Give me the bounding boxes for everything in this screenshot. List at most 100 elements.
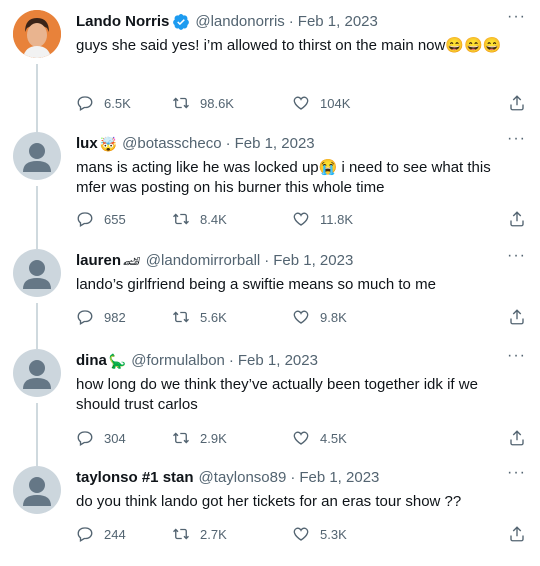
retweet-button[interactable]: 98.6K [172, 94, 292, 112]
tweet[interactable]: lux 🤯 @botasscheco · Feb 1, 2023 ··· man… [0, 122, 540, 249]
reply-count: 244 [104, 526, 126, 542]
separator: · [290, 469, 296, 486]
like-count: 5.3K [320, 526, 347, 542]
handle[interactable]: @landomirrorball [146, 251, 260, 271]
like-icon [293, 527, 309, 541]
avatar[interactable] [13, 10, 61, 58]
like-button[interactable]: 4.5K [292, 429, 430, 447]
reply-count: 304 [104, 430, 126, 446]
tweet-text: how long do we think they’ve actually be… [76, 376, 478, 413]
more-options-icon[interactable]: ··· [507, 347, 526, 365]
tweet-header: lauren 🏎 @landomirrorball · Feb 1, 2023 [76, 251, 526, 271]
tweet-body: lauren 🏎 @landomirrorball · Feb 1, 2023 … [76, 247, 526, 325]
share-button[interactable] [508, 210, 526, 228]
like-icon [293, 212, 309, 226]
tweet[interactable]: dina 🦕 @formulalbon · Feb 1, 2023 ··· ho… [0, 339, 540, 466]
more-options-icon[interactable]: ··· [507, 464, 526, 482]
like-button[interactable]: 9.8K [292, 308, 430, 326]
more-options-icon[interactable]: ··· [507, 130, 526, 148]
action-bar: 982 5.6K 9.8K [76, 308, 526, 326]
separator: · [288, 13, 294, 30]
reply-button[interactable]: 655 [76, 210, 172, 228]
retweet-icon [173, 432, 189, 444]
like-button[interactable]: 104K [292, 94, 430, 112]
reply-button[interactable]: 304 [76, 429, 172, 447]
like-count: 4.5K [320, 430, 347, 446]
tweet[interactable]: lauren 🏎 @landomirrorball · Feb 1, 2023 … [0, 239, 540, 349]
share-button[interactable] [508, 429, 526, 447]
verified-badge-icon [173, 14, 190, 30]
tweet-body: dina 🦕 @formulalbon · Feb 1, 2023 ··· ho… [76, 347, 526, 446]
like-button[interactable]: 5.3K [292, 525, 430, 543]
retweet-count: 8.4K [200, 211, 227, 227]
action-bar: 244 2.7K 5.3K [76, 525, 526, 543]
tweet-text: do you think lando got her tickets for a… [76, 493, 462, 510]
share-icon [510, 526, 524, 542]
reply-icon [77, 212, 93, 227]
display-name[interactable]: lux [76, 134, 98, 154]
handle[interactable]: @botasscheco [122, 134, 221, 154]
display-name[interactable]: dina [76, 351, 107, 371]
tweet-body: Lando Norris @landonorris · Feb 1, 2023 … [76, 8, 526, 111]
tweet-date[interactable]: Feb 1, 2023 [273, 251, 353, 271]
action-bar: 304 2.9K 4.5K [76, 429, 526, 447]
handle[interactable]: @landonorris [195, 12, 284, 32]
tweet-date[interactable]: Feb 1, 2023 [235, 134, 315, 154]
retweet-count: 5.6K [200, 309, 227, 325]
share-button[interactable] [508, 308, 526, 326]
tweet-body: lux 🤯 @botasscheco · Feb 1, 2023 ··· man… [76, 130, 526, 227]
retweet-count: 2.7K [200, 526, 227, 542]
more-options-icon[interactable]: ··· [507, 8, 526, 26]
action-bar: 6.5K 98.6K 104K [76, 94, 526, 112]
retweet-button[interactable]: 2.9K [172, 429, 292, 447]
like-button[interactable]: 11.8K [292, 210, 430, 228]
tweet-date[interactable]: Feb 1, 2023 [238, 351, 318, 371]
separator: · [228, 352, 234, 369]
tweet-text: lando’s girlfriend being a swiftie means… [76, 276, 436, 293]
tweet-header: dina 🦕 @formulalbon · Feb 1, 2023 [76, 351, 526, 371]
share-icon [510, 430, 524, 446]
name-emoji: 🤯 [99, 136, 118, 152]
retweet-icon [173, 311, 189, 323]
tweet-body: taylonso #1 stan @taylonso89 · Feb 1, 20… [76, 464, 526, 542]
name-emoji: 🏎 [123, 253, 141, 269]
tweet[interactable]: taylonso #1 stan @taylonso89 · Feb 1, 20… [0, 456, 540, 566]
separator: · [264, 252, 270, 269]
avatar[interactable] [13, 249, 61, 297]
reply-icon [77, 431, 93, 446]
display-name[interactable]: taylonso #1 stan [76, 468, 194, 488]
share-icon [510, 309, 524, 325]
reply-button[interactable]: 6.5K [76, 94, 172, 112]
tweet[interactable]: Lando Norris @landonorris · Feb 1, 2023 … [0, 0, 540, 134]
avatar[interactable] [13, 466, 61, 514]
like-icon [293, 431, 309, 445]
like-icon [293, 96, 309, 110]
display-name[interactable]: lauren [76, 251, 121, 271]
tweet-date[interactable]: Feb 1, 2023 [298, 12, 378, 32]
thread: Lando Norris @landonorris · Feb 1, 2023 … [0, 0, 540, 566]
reply-count: 982 [104, 309, 126, 325]
reply-count: 655 [104, 211, 126, 227]
more-options-icon[interactable]: ··· [507, 247, 526, 265]
tweet-header: taylonso #1 stan @taylonso89 · Feb 1, 20… [76, 468, 526, 488]
share-button[interactable] [508, 525, 526, 543]
display-name[interactable]: Lando Norris [76, 12, 169, 32]
reply-count: 6.5K [104, 95, 131, 111]
retweet-button[interactable]: 8.4K [172, 210, 292, 228]
tweet-date[interactable]: Feb 1, 2023 [299, 468, 379, 488]
share-icon [510, 95, 524, 111]
retweet-count: 2.9K [200, 430, 227, 446]
reply-icon [77, 310, 93, 325]
profile-photo-icon [13, 10, 61, 58]
avatar[interactable] [13, 349, 61, 397]
name-emoji: 🦕 [108, 353, 127, 369]
reply-button[interactable]: 982 [76, 308, 172, 326]
retweet-button[interactable]: 5.6K [172, 308, 292, 326]
like-count: 9.8K [320, 309, 347, 325]
reply-button[interactable]: 244 [76, 525, 172, 543]
handle[interactable]: @formulalbon [131, 351, 225, 371]
retweet-button[interactable]: 2.7K [172, 525, 292, 543]
share-button[interactable] [508, 94, 526, 112]
avatar[interactable] [13, 132, 61, 180]
handle[interactable]: @taylonso89 [199, 468, 287, 488]
